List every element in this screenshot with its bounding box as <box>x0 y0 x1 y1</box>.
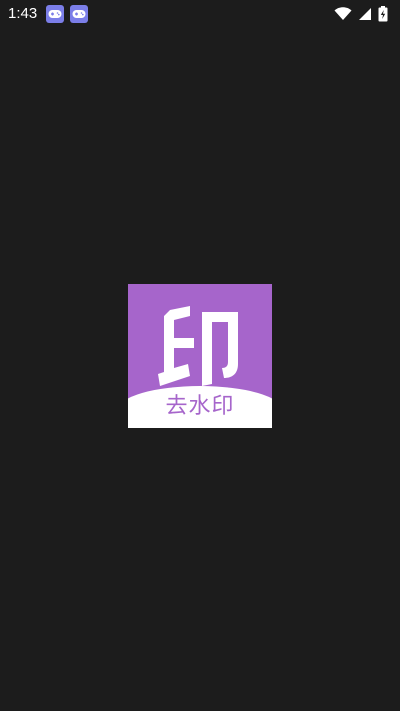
logo-caption: 去水印 <box>165 394 235 419</box>
status-time: 1:43 <box>8 5 38 22</box>
battery-charging-icon <box>378 6 388 22</box>
system-icons <box>334 4 388 24</box>
yin-character-glyph <box>158 306 238 386</box>
splash-screen: 1:43 去水印 <box>0 0 400 711</box>
app-logo: 去水印 <box>128 284 272 428</box>
game-controller-icon <box>46 5 64 23</box>
status-bar: 1:43 <box>0 0 400 28</box>
game-controller-icon <box>70 5 88 23</box>
wifi-icon <box>334 7 352 21</box>
signal-icon <box>358 7 372 21</box>
